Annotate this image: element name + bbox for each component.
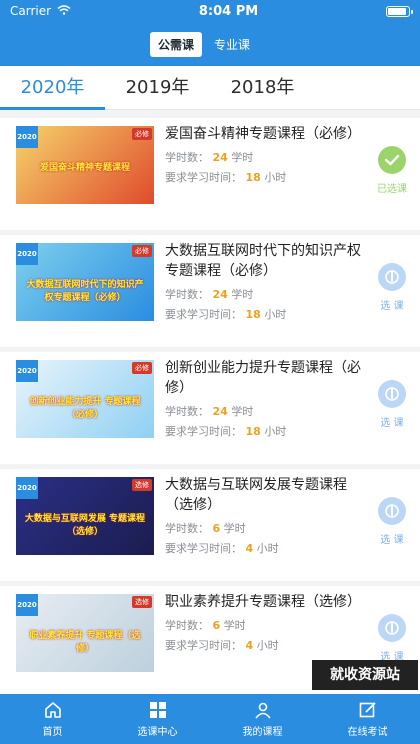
selected-status: 已选课 xyxy=(376,146,408,195)
course-required-time: 要求学习时间： 4 小时 xyxy=(165,542,279,555)
segment-professional-course[interactable]: 专业课 xyxy=(206,32,258,57)
course-hours: 学时数： 6 学时 xyxy=(165,522,246,535)
course-status-label: 已选课 xyxy=(377,184,407,195)
course-thumbnail[interactable]: 2020 选修 职业素养提升 专题课程（选修） xyxy=(16,594,154,672)
tab-year-2018[interactable]: 2018年 xyxy=(210,66,315,110)
thumbnail-type-tag: 必修 xyxy=(132,128,152,140)
course-card[interactable]: 2020 选修 大数据与互联网发展 专题课程（选修） 大数据与互联网发展专题课程… xyxy=(0,469,420,581)
course-type-switch: 公需课 专业课 xyxy=(150,32,258,57)
tap-hand-icon xyxy=(385,387,399,401)
course-card[interactable]: 2020 必修 大数据互联网时代下的知识产权专题课程（必修） 大数据互联网时代下… xyxy=(0,235,420,347)
course-hours: 学时数： 6 学时 xyxy=(165,619,246,632)
course-list: 2020 必修 爱国奋斗精神专题课程 爱国奋斗精神专题课程（必修） 学时数： 2… xyxy=(0,118,420,703)
thumbnail-type-tag: 选修 xyxy=(132,479,152,491)
wifi-icon xyxy=(57,4,71,18)
select-course-button[interactable]: 选 课 xyxy=(376,497,408,546)
grid-icon xyxy=(149,702,166,718)
tabbar-my-courses-label: 我的课程 xyxy=(242,727,283,738)
course-title[interactable]: 大数据互联网时代下的知识产权专题课程（必修） xyxy=(165,241,365,281)
tabbar-home[interactable]: 首页 xyxy=(0,694,105,744)
course-required-time: 要求学习时间： 18 小时 xyxy=(165,425,287,438)
top-bar: Carrier 8:04 PM 公需课 专业课 xyxy=(0,0,420,66)
tab-year-2020[interactable]: 2020年 xyxy=(0,66,105,110)
course-card[interactable]: 2020 必修 爱国奋斗精神专题课程 爱国奋斗精神专题课程（必修） 学时数： 2… xyxy=(0,118,420,230)
tabbar-course-center[interactable]: 选课中心 xyxy=(105,694,210,744)
tabbar-home-label: 首页 xyxy=(42,727,63,738)
course-status-label: 选 课 xyxy=(380,418,404,429)
tap-hand-icon xyxy=(385,504,399,518)
thumbnail-year-badge: 2020 xyxy=(16,594,38,616)
course-hours: 学时数： 24 学时 xyxy=(165,405,254,418)
thumbnail-type-tag: 必修 xyxy=(132,245,152,257)
carrier-label: Carrier xyxy=(10,4,52,18)
tap-hand-icon xyxy=(385,270,399,284)
course-required-time: 要求学习时间： 18 小时 xyxy=(165,171,287,184)
tap-hand-icon xyxy=(385,621,399,635)
course-thumbnail[interactable]: 2020 选修 大数据与互联网发展 专题课程（选修） xyxy=(16,477,154,555)
segment-public-course[interactable]: 公需课 xyxy=(150,32,203,57)
thumbnail-title: 大数据与互联网发展 专题课程（选修） xyxy=(24,514,146,537)
home-icon xyxy=(44,702,61,718)
course-thumbnail[interactable]: 2020 必修 创新创业能力提升 专题课程（必修） xyxy=(16,360,154,438)
thumbnail-title: 职业素养提升 专题课程（选修） xyxy=(29,631,141,654)
course-title[interactable]: 职业素养提升专题课程（选修） xyxy=(165,592,365,612)
tab-year-2019[interactable]: 2019年 xyxy=(105,66,210,110)
clock: 8:04 PM xyxy=(198,3,259,19)
select-course-button[interactable]: 选 课 xyxy=(376,263,408,312)
user-icon xyxy=(254,702,271,719)
thumbnail-year-badge: 2020 xyxy=(16,243,38,265)
course-required-time: 要求学习时间： 4 小时 xyxy=(165,639,279,652)
watermark: 就收资源站 xyxy=(312,660,418,690)
thumbnail-title: 大数据互联网时代下的知识产权专题课程（必修） xyxy=(26,280,144,303)
tabbar-online-exam[interactable]: 在线考试 xyxy=(315,694,420,744)
course-status-label: 选 课 xyxy=(380,535,404,546)
thumbnail-year-badge: 2020 xyxy=(16,126,38,148)
status-bar: Carrier 8:04 PM xyxy=(0,0,420,22)
thumbnail-type-tag: 选修 xyxy=(132,596,152,608)
battery-icon xyxy=(386,5,413,17)
course-title[interactable]: 大数据与互联网发展专题课程（选修） xyxy=(165,475,365,515)
year-tabs: 2020年 2019年 2018年 xyxy=(0,66,420,110)
course-card[interactable]: 2020 必修 创新创业能力提升 专题课程（必修） 创新创业能力提升专题课程（必… xyxy=(0,352,420,464)
course-thumbnail[interactable]: 2020 必修 大数据互联网时代下的知识产权专题课程（必修） xyxy=(16,243,154,321)
check-icon xyxy=(384,154,400,166)
tabbar-online-exam-label: 在线考试 xyxy=(347,727,388,738)
thumbnail-title: 爱国奋斗精神专题课程 xyxy=(39,163,130,173)
tabbar-my-courses[interactable]: 我的课程 xyxy=(210,694,315,744)
thumbnail-year-badge: 2020 xyxy=(16,477,38,499)
edit-icon xyxy=(359,702,376,718)
thumbnail-title: 创新创业能力提升 专题课程（必修） xyxy=(29,397,141,420)
course-thumbnail[interactable]: 2020 必修 爱国奋斗精神专题课程 xyxy=(16,126,154,204)
thumbnail-type-tag: 必修 xyxy=(132,362,152,374)
tabbar-course-center-label: 选课中心 xyxy=(137,727,178,738)
course-status-label: 选 课 xyxy=(380,301,404,312)
course-title[interactable]: 创新创业能力提升专题课程（必修） xyxy=(165,358,365,398)
course-hours: 学时数： 24 学时 xyxy=(165,288,254,301)
course-required-time: 要求学习时间： 18 小时 xyxy=(165,308,287,321)
bottom-tab-bar: 首页 选课中心 我的课程 在线考试 xyxy=(0,694,420,744)
thumbnail-year-badge: 2020 xyxy=(16,360,38,382)
select-course-button[interactable]: 选 课 xyxy=(376,614,408,663)
course-title[interactable]: 爱国奋斗精神专题课程（必修） xyxy=(165,124,365,144)
select-course-button[interactable]: 选 课 xyxy=(376,380,408,429)
course-hours: 学时数： 24 学时 xyxy=(165,151,254,164)
